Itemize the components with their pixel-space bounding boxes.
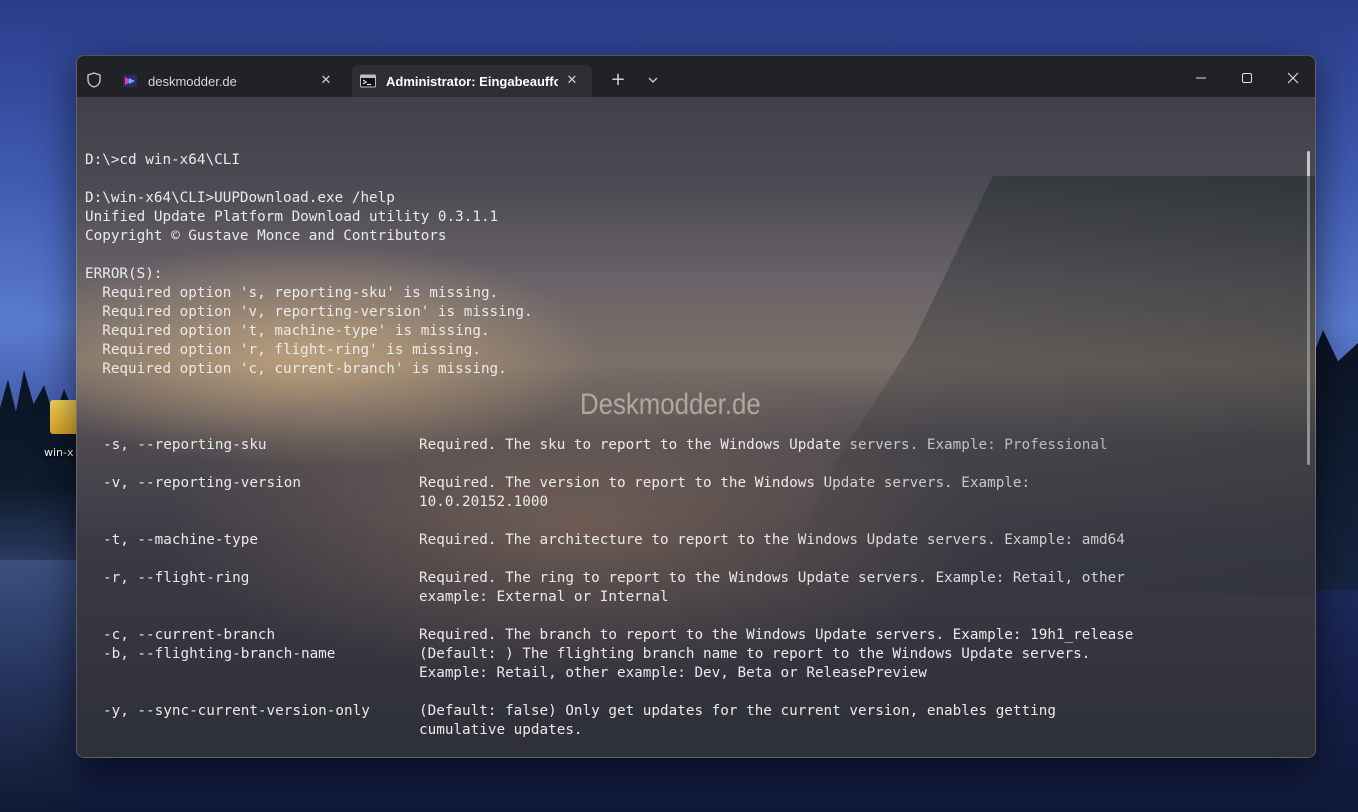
- console-option-row: example: External or Internal: [85, 588, 1295, 607]
- option-flag: -v, --reporting-version: [103, 475, 301, 491]
- option-description: [419, 740, 1295, 757]
- console-option-row: [85, 550, 1295, 569]
- option-flag: [85, 721, 419, 740]
- console-line: Copyright © Gustave Monce and Contributo…: [85, 228, 447, 244]
- option-description: Example: Retail, other example: Dev, Bet…: [419, 665, 927, 681]
- option-description: [419, 683, 1295, 702]
- console-line: Unified Update Platform Download utility…: [85, 209, 499, 225]
- console-line: D:\win-x64\CLI>UUPDownload.exe /help: [85, 190, 395, 206]
- console-line: Required option 'r, flight-ring' is miss…: [85, 342, 481, 358]
- option-flag: -c, --current-branch: [103, 627, 276, 643]
- cmd-icon: [360, 74, 376, 88]
- option-description: Required. The version to report to the W…: [419, 475, 1031, 491]
- option-flag: -b, --flighting-branch-name: [103, 646, 336, 662]
- console-line: Required option 'c, current-branch' is m…: [85, 361, 507, 377]
- option-description: (Default: false) Only get updates for th…: [419, 703, 1056, 719]
- terminal-window: deskmodder.de ✕ Administrator: Eingabeau…: [76, 55, 1316, 758]
- minimize-icon: [1196, 77, 1206, 79]
- option-description: [419, 550, 1295, 569]
- option-description: cumulative updates.: [419, 722, 583, 738]
- console-option-row: [85, 740, 1295, 757]
- close-window-button[interactable]: [1270, 64, 1315, 92]
- tab-deskmodder[interactable]: deskmodder.de ✕: [114, 65, 346, 97]
- option-description: 10.0.20152.1000: [419, 494, 549, 510]
- console-line: Required option 's, reporting-sku' is mi…: [85, 285, 499, 301]
- option-description: Required. The architecture to report to …: [419, 532, 1125, 548]
- option-description: Required. The ring to report to the Wind…: [419, 570, 1125, 586]
- option-flag: [85, 683, 419, 702]
- chevron-down-icon[interactable]: [643, 70, 663, 90]
- option-flag: -s, --reporting-sku: [103, 437, 267, 453]
- console-option-row: -c, --current-branch Required. The branch…: [85, 626, 1295, 645]
- console-option-row: [85, 512, 1295, 531]
- new-tab-button[interactable]: +: [608, 70, 628, 90]
- folder-icon: [50, 400, 78, 434]
- scrollbar-thumb[interactable]: [1307, 151, 1310, 465]
- console-option-row: [85, 455, 1295, 474]
- option-description: [419, 455, 1295, 474]
- option-flag: [85, 740, 419, 757]
- option-flag: [85, 664, 419, 683]
- maximize-button[interactable]: [1224, 64, 1270, 92]
- minimize-button[interactable]: [1178, 64, 1224, 92]
- console-option-row: -v, --reporting-version Required. The ver…: [85, 474, 1295, 493]
- console-output[interactable]: D:\>cd win-x64\CLI D:\win-x64\CLI>UUPDown…: [85, 113, 1295, 753]
- console-option-row: [85, 683, 1295, 702]
- option-description: example: External or Internal: [419, 589, 669, 605]
- console-option-row: cumulative updates.: [85, 721, 1295, 740]
- option-flag: [85, 512, 419, 531]
- option-flag: [85, 588, 419, 607]
- option-flag: [85, 493, 419, 512]
- console-line: Required option 't, machine-type' is mis…: [85, 323, 490, 339]
- maximize-icon: [1242, 73, 1252, 83]
- option-flag: [85, 550, 419, 569]
- option-flag: -t, --machine-type: [103, 532, 258, 548]
- tab-close-icon[interactable]: ✕: [564, 73, 580, 89]
- tab-administrator-cmd[interactable]: Administrator: Eingabeauffor ✕: [352, 65, 592, 97]
- option-flag: -y, --sync-current-version-only: [103, 703, 370, 719]
- console-line: D:\>cd win-x64\CLI: [85, 152, 240, 168]
- tab-close-icon[interactable]: ✕: [318, 73, 334, 89]
- console-line: ERROR(S):: [85, 266, 163, 282]
- close-icon: [1287, 72, 1299, 84]
- console-option-row: -t, --machine-type Required. The architec…: [85, 531, 1295, 550]
- console-line: Required option 'v, reporting-version' i…: [85, 304, 533, 320]
- console-option-row: -y, --sync-current-version-only (Default:…: [85, 702, 1295, 721]
- title-bar[interactable]: deskmodder.de ✕ Administrator: Eingabeau…: [77, 56, 1315, 97]
- option-flag: [85, 455, 419, 474]
- deskmodder-favicon-icon: [123, 75, 137, 87]
- console-option-row: -b, --flighting-branch-name (Default: ) T…: [85, 645, 1295, 664]
- desktop-wallpaper-lake: [0, 560, 80, 812]
- tab-title: Administrator: Eingabeauffor: [386, 73, 558, 89]
- console-intro-block: D:\>cd win-x64\CLI D:\win-x64\CLI>UUPDown…: [85, 151, 1295, 398]
- option-flag: [85, 607, 419, 626]
- console-option-row: Example: Retail, other example: Dev, Bet…: [85, 664, 1295, 683]
- option-flag: -r, --flight-ring: [103, 570, 250, 586]
- console-options-block: -s, --reporting-sku Required. The sku to …: [85, 436, 1295, 757]
- option-description: Required. The branch to report to the Wi…: [419, 627, 1134, 643]
- console-option-row: -s, --reporting-sku Required. The sku to …: [85, 436, 1295, 455]
- option-description: Required. The sku to report to the Windo…: [419, 437, 1108, 453]
- shield-icon: [87, 72, 101, 88]
- console-option-row: -r, --flight-ring Required. The ring to r…: [85, 569, 1295, 588]
- option-description: [419, 607, 1295, 626]
- tab-title: deskmodder.de: [148, 73, 237, 89]
- console-option-row: [85, 607, 1295, 626]
- option-description: (Default: ) The flighting branch name to…: [419, 646, 1091, 662]
- desktop-icon-label: win-x: [44, 446, 74, 459]
- console-option-row: 10.0.20152.1000: [85, 493, 1295, 512]
- option-description: [419, 512, 1295, 531]
